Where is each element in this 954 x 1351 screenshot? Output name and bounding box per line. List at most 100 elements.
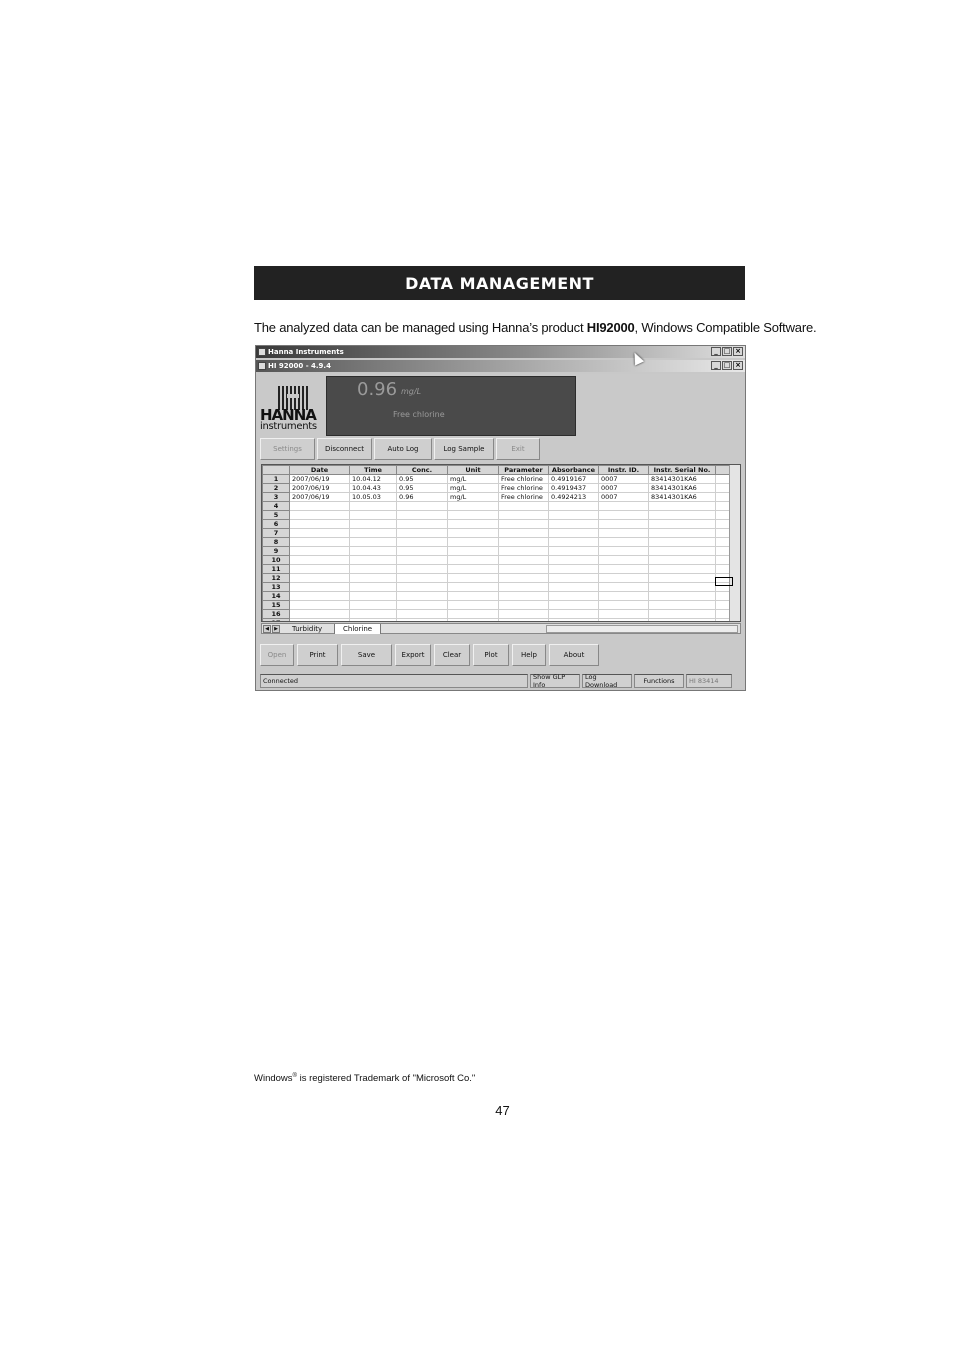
grid-cell[interactable] xyxy=(396,546,448,556)
tab-chlorine[interactable]: Chlorine xyxy=(334,624,382,634)
grid-cell[interactable] xyxy=(396,600,448,610)
grid-cell[interactable] xyxy=(289,555,350,565)
grid-cell[interactable] xyxy=(498,555,549,565)
column-header[interactable]: Parameter xyxy=(498,465,549,475)
column-header[interactable]: Time xyxy=(349,465,397,475)
row-header[interactable]: 2 xyxy=(262,483,290,493)
grid-cell[interactable] xyxy=(598,564,649,574)
grid-cell[interactable] xyxy=(648,537,716,547)
row-header[interactable]: 3 xyxy=(262,492,290,502)
grid-cell[interactable] xyxy=(498,501,549,511)
grid-cell[interactable]: Free chlorine xyxy=(498,492,549,502)
grid-cell[interactable] xyxy=(447,528,499,538)
grid-cell[interactable] xyxy=(548,510,599,520)
grid-cell[interactable]: 0007 xyxy=(598,474,649,484)
grid-cell[interactable] xyxy=(349,510,397,520)
grid-cell[interactable] xyxy=(498,537,549,547)
grid-cell[interactable] xyxy=(289,510,350,520)
horizontal-scrollbar[interactable] xyxy=(546,625,738,633)
grid-cell[interactable] xyxy=(548,501,599,511)
grid-cell[interactable] xyxy=(349,501,397,511)
grid-cell[interactable] xyxy=(396,582,448,592)
clear-button[interactable]: Clear xyxy=(434,644,470,666)
grid-cell[interactable] xyxy=(289,609,350,619)
grid-cell[interactable] xyxy=(648,582,716,592)
grid-cell[interactable] xyxy=(598,609,649,619)
grid-cell[interactable] xyxy=(289,546,350,556)
row-header[interactable]: 12 xyxy=(262,573,290,583)
grid-cell[interactable] xyxy=(648,501,716,511)
grid-cell[interactable] xyxy=(498,546,549,556)
grid-cell[interactable] xyxy=(598,537,649,547)
grid-cell[interactable] xyxy=(648,573,716,583)
grid-cell[interactable] xyxy=(598,501,649,511)
grid-cell[interactable] xyxy=(396,510,448,520)
auto-log-button[interactable]: Auto Log xyxy=(374,438,432,460)
grid-cell[interactable]: 0.4919167 xyxy=(548,474,599,484)
minimize-icon[interactable]: _ xyxy=(711,347,721,356)
grid-cell[interactable] xyxy=(447,501,499,511)
grid-cell[interactable]: 0.4919437 xyxy=(548,483,599,493)
save-button[interactable]: Save xyxy=(341,644,392,666)
grid-cell[interactable] xyxy=(598,573,649,583)
tab-turbidity[interactable]: Turbidity xyxy=(284,624,330,634)
close-icon[interactable]: × xyxy=(733,347,743,356)
grid-cell[interactable] xyxy=(396,564,448,574)
grid-cell[interactable] xyxy=(447,564,499,574)
export-button[interactable]: Export xyxy=(395,644,431,666)
grid-cell[interactable] xyxy=(548,573,599,583)
grid-cell[interactable] xyxy=(648,564,716,574)
grid-cell[interactable] xyxy=(349,528,397,538)
row-header[interactable]: 8 xyxy=(262,537,290,547)
grid-cell[interactable]: 83414301KA6 xyxy=(648,492,716,502)
grid-cell[interactable] xyxy=(396,537,448,547)
grid-cell[interactable] xyxy=(548,537,599,547)
row-header[interactable]: 13 xyxy=(262,582,290,592)
grid-cell[interactable] xyxy=(548,600,599,610)
grid-cell[interactable]: 83414301KA6 xyxy=(648,483,716,493)
functions-button[interactable]: Functions xyxy=(634,674,684,688)
log-download-button[interactable]: Log Download xyxy=(582,673,632,689)
grid-cell[interactable] xyxy=(648,510,716,520)
model-select[interactable]: HI 83414 xyxy=(686,674,732,688)
grid-cell[interactable] xyxy=(396,609,448,619)
grid-cell[interactable]: mg/L xyxy=(447,474,499,484)
grid-cell[interactable] xyxy=(498,564,549,574)
grid-cell[interactable]: mg/L xyxy=(447,492,499,502)
log-sample-button[interactable]: Log Sample xyxy=(434,438,494,460)
grid-cell[interactable] xyxy=(349,591,397,601)
tab-next-icon[interactable]: ▶ xyxy=(272,625,280,633)
grid-cell[interactable] xyxy=(498,591,549,601)
grid-cell[interactable] xyxy=(349,564,397,574)
grid-cell[interactable] xyxy=(598,618,649,621)
grid-cell[interactable]: 0007 xyxy=(598,492,649,502)
grid-cell[interactable] xyxy=(447,582,499,592)
grid-cell[interactable]: 83414301KA6 xyxy=(648,474,716,484)
grid-cell[interactable]: 10.04.12 xyxy=(349,474,397,484)
grid-cell[interactable]: Free chlorine xyxy=(498,483,549,493)
column-header[interactable]: Instr. Serial No. xyxy=(648,465,716,475)
child-close-icon[interactable]: × xyxy=(733,361,743,370)
grid-cell[interactable] xyxy=(648,528,716,538)
grid-cell[interactable] xyxy=(548,564,599,574)
grid-cell[interactable] xyxy=(447,519,499,529)
grid-cell[interactable] xyxy=(648,600,716,610)
row-header[interactable]: 14 xyxy=(262,591,290,601)
grid-cell[interactable] xyxy=(648,609,716,619)
grid-cell[interactable] xyxy=(598,546,649,556)
row-header[interactable]: 17 xyxy=(262,618,290,621)
row-header[interactable]: 1 xyxy=(262,474,290,484)
grid-cell[interactable] xyxy=(289,573,350,583)
row-header[interactable]: 15 xyxy=(262,600,290,610)
grid-cell[interactable]: mg/L xyxy=(447,483,499,493)
grid-cell[interactable] xyxy=(447,546,499,556)
row-header[interactable]: 6 xyxy=(262,519,290,529)
grid-cell[interactable] xyxy=(289,564,350,574)
grid-cell[interactable] xyxy=(548,546,599,556)
grid-cell[interactable] xyxy=(396,573,448,583)
grid-cell[interactable] xyxy=(349,519,397,529)
grid-cell[interactable] xyxy=(648,555,716,565)
selected-cell[interactable] xyxy=(715,577,733,586)
plot-button[interactable]: Plot xyxy=(473,644,509,666)
grid-cell[interactable] xyxy=(548,519,599,529)
